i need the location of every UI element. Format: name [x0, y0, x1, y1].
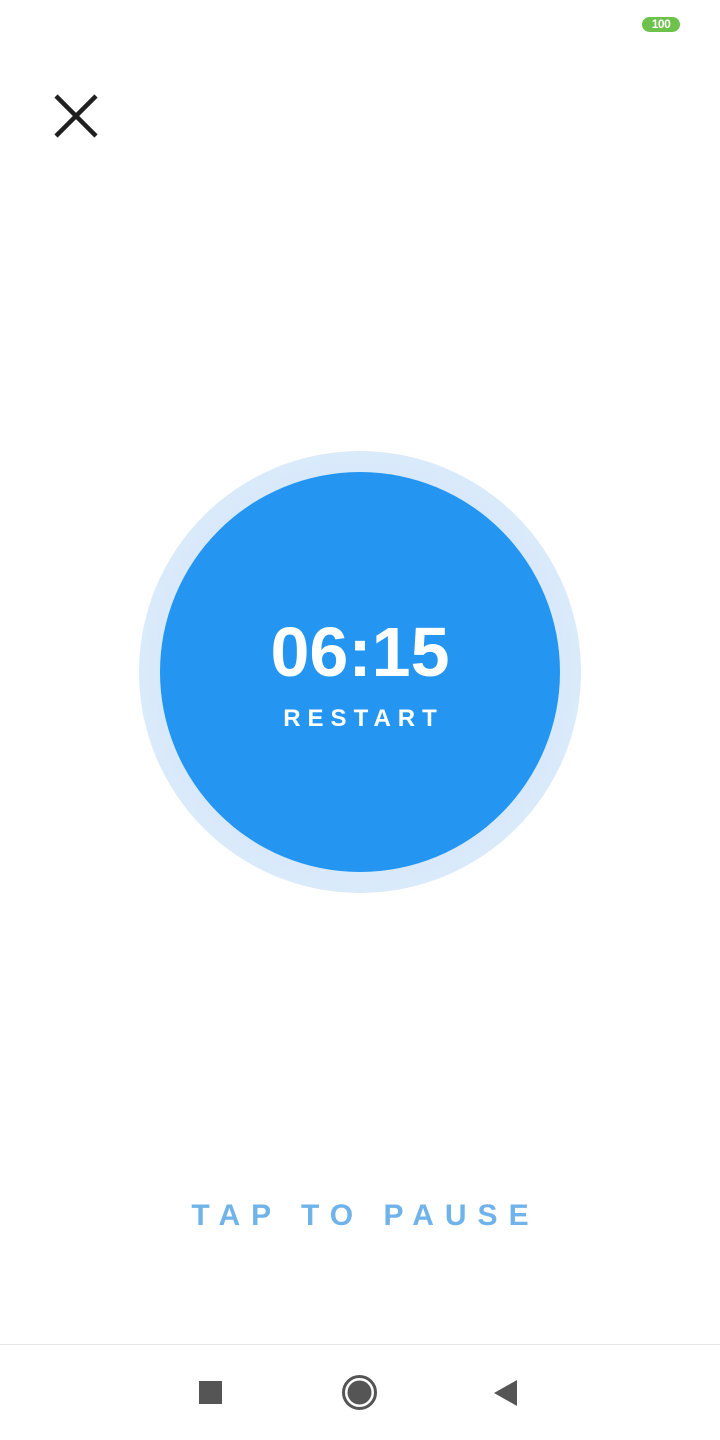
tap-to-pause-label[interactable]: TAP TO PAUSE: [0, 1196, 720, 1236]
timer-button[interactable]: 06:15 RESTART: [160, 472, 560, 872]
recents-button[interactable]: [180, 1363, 240, 1423]
square-icon: [199, 1381, 222, 1404]
navigation-bar: [0, 1344, 720, 1440]
restart-label[interactable]: RESTART: [160, 704, 560, 734]
timer-screen: 100 06:15 RESTART TAP TO PAUSE: [0, 0, 720, 1440]
battery-indicator: 100: [642, 17, 680, 32]
circle-icon: [342, 1375, 377, 1410]
status-bar: 100: [0, 0, 720, 50]
home-button[interactable]: [330, 1363, 390, 1423]
triangle-back-icon: [494, 1380, 517, 1406]
close-button[interactable]: [50, 90, 102, 142]
back-button[interactable]: [476, 1363, 536, 1423]
close-icon: [54, 94, 98, 138]
timer-time: 06:15: [270, 613, 450, 691]
